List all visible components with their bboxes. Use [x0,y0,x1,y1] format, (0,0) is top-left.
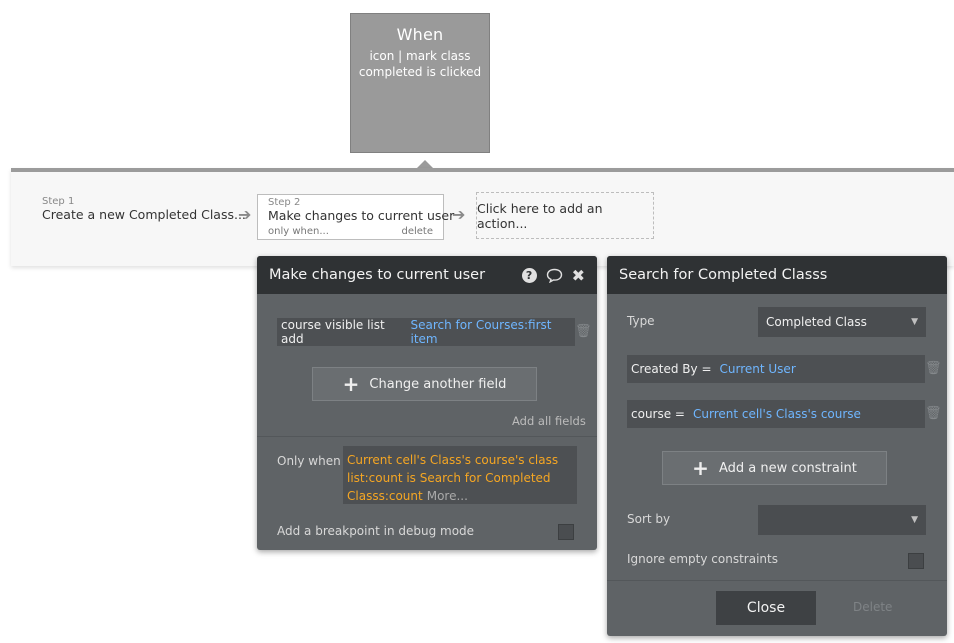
event-trigger-box[interactable]: When icon | mark class completed is clic… [350,13,490,153]
help-icon[interactable]: ? [521,267,537,283]
close-icon[interactable]: ✖ [572,266,585,285]
breakpoint-label: Add a breakpoint in debug mode [277,524,475,538]
constraint-value[interactable]: Current cell's Class's course [693,407,861,421]
ignore-empty-label: Ignore empty constraints [627,552,778,566]
step-1[interactable]: Step 1 Create a new Completed Class... [42,196,246,222]
type-select[interactable]: Completed Class ▼ [758,307,926,337]
comment-icon[interactable] [546,268,563,283]
button-label: Change another field [369,376,507,392]
delete-step-link[interactable]: delete [401,226,433,237]
arrow-right-icon: ➔ [452,205,466,224]
only-when-expression[interactable]: Current cell's Class's course's class li… [343,446,577,504]
ignore-empty-checkbox[interactable] [908,553,924,569]
field-value[interactable]: Search for Courses:first item [410,318,571,346]
constraint-field: course = [631,407,685,421]
breakpoint-checkbox[interactable] [558,524,574,540]
plus-icon: + [692,456,709,480]
button-label: Add a new constraint [718,460,857,476]
trash-icon[interactable]: 🗑 [575,324,592,339]
action-panel-header: Make changes to current user ? ✖ [257,256,597,294]
sort-by-label: Sort by [627,512,671,526]
step-title: Make changes to current user [268,208,455,223]
event-notch [417,160,433,168]
close-button[interactable]: Close [716,591,816,625]
search-panel-header: Search for Completed Classs [607,256,947,294]
chevron-down-icon: ▼ [911,515,918,525]
action-panel: Make changes to current user ? ✖ course … [257,256,597,550]
field-change-row[interactable]: course visible list add Search for Cours… [277,318,575,346]
add-action-button[interactable]: Click here to add an action... [476,192,654,239]
constraint-value[interactable]: Current User [720,362,796,376]
constraint-row[interactable]: course = Current cell's Class's course [627,400,925,428]
constraint-row[interactable]: Created By = Current User [627,355,925,383]
arrow-right-icon: ➔ [238,205,252,224]
divider [257,436,597,437]
trash-icon[interactable]: 🗑 [925,361,942,376]
sort-by-select[interactable]: ▼ [758,505,926,535]
event-title: When [396,25,444,44]
step-title: Create a new Completed Class... [42,207,246,222]
add-all-fields-link[interactable]: Add all fields [512,414,586,428]
more-link[interactable]: More... [427,489,468,503]
step-2[interactable]: Step 2 Make changes to current user only… [257,194,455,240]
add-new-constraint-button[interactable]: + Add a new constraint [662,451,887,485]
type-label: Type [627,314,655,328]
plus-icon: + [342,372,360,396]
field-name: course visible list add [281,318,385,346]
step-number: Step 1 [42,196,75,207]
chevron-down-icon: ▼ [911,317,918,327]
only-when-label: Only when [277,454,341,468]
event-description: icon | mark class completed is clicked [358,49,482,79]
action-panel-title: Make changes to current user [269,267,486,283]
search-panel-title: Search for Completed Classs [619,267,828,283]
search-panel: Search for Completed Classs Type Complet… [607,256,947,636]
only-when-link[interactable]: only when... [268,226,329,237]
step-number: Step 2 [268,197,301,208]
delete-button[interactable]: Delete [853,600,892,614]
constraint-field: Created By = [631,362,712,376]
trash-icon[interactable]: 🗑 [925,406,942,421]
divider [607,580,947,581]
type-value: Completed Class [766,315,867,329]
change-another-field-button[interactable]: + Change another field [312,367,537,401]
